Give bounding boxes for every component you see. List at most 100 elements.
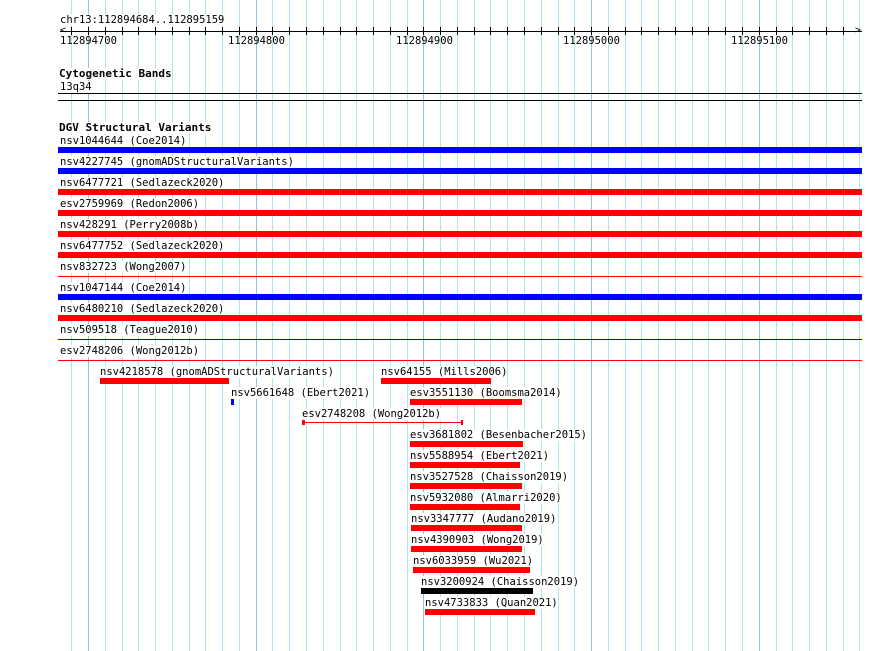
variant-end-cap	[302, 420, 305, 425]
ruler-tick	[641, 27, 642, 35]
variant-label: nsv3527528 (Chaisson2019)	[410, 471, 569, 483]
ruler-label: 112895100	[731, 35, 788, 47]
variant-bar[interactable]	[410, 483, 522, 489]
ruler-tick	[759, 27, 760, 35]
variant-label: nsv6033959 (Wu2021)	[413, 555, 534, 567]
ruler-label: 112895000	[563, 35, 620, 47]
grid-line	[390, 0, 391, 651]
grid-line	[843, 0, 844, 651]
ruler-label: 112894700	[60, 35, 117, 47]
variant-label: nsv4227745 (gnomADStructuralVariants)	[60, 156, 294, 168]
grid-line	[792, 0, 793, 651]
ruler-tick	[189, 27, 190, 35]
grid-line	[742, 0, 743, 651]
grid-line	[306, 0, 307, 651]
variant-bar[interactable]	[410, 399, 522, 405]
variant-bar[interactable]	[100, 378, 229, 384]
variant-bar[interactable]	[58, 168, 862, 174]
variant-bar[interactable]	[381, 378, 491, 384]
variant-label: nsv4218578 (gnomADStructuralVariants)	[100, 366, 334, 378]
grid-line	[256, 0, 257, 651]
grid-line	[625, 0, 626, 651]
ruler-tick	[843, 27, 844, 35]
grid-line	[541, 0, 542, 651]
cytoband-bar[interactable]	[58, 93, 862, 94]
variant-bar[interactable]	[58, 210, 862, 216]
variant-label: nsv4390903 (Wong2019)	[411, 534, 544, 546]
variant-label: nsv1047144 (Coe2014)	[60, 282, 187, 294]
variant-bar[interactable]	[411, 525, 522, 531]
variant-bar[interactable]	[410, 504, 520, 510]
grid-line	[222, 0, 223, 651]
ruler-tick	[272, 27, 273, 35]
variant-bar[interactable]	[58, 252, 862, 258]
grid-line	[423, 0, 424, 651]
variant-label: nsv3200924 (Chaisson2019)	[421, 576, 580, 588]
ruler-tick	[558, 27, 559, 35]
ruler-tick	[658, 27, 659, 35]
ruler-tick	[708, 27, 709, 35]
grid-line	[692, 0, 693, 651]
ruler-tick	[356, 27, 357, 35]
variant-bar[interactable]	[410, 441, 523, 447]
grid-line	[658, 0, 659, 651]
ruler-tick	[776, 27, 777, 35]
grid-line	[205, 0, 206, 651]
grid-line	[474, 0, 475, 651]
grid-line	[507, 0, 508, 651]
variant-label: nsv6480210 (Sedlazeck2020)	[60, 303, 225, 315]
grid-line	[490, 0, 491, 651]
ruler-tick	[809, 27, 810, 35]
grid-line	[440, 0, 441, 651]
ruler-tick	[122, 27, 123, 35]
ruler-tick	[423, 27, 424, 35]
variant-label: esv2759969 (Redon2006)	[60, 198, 200, 210]
locus-label: chr13:112894684..112895159	[60, 14, 225, 26]
variant-label: nsv3347777 (Audano2019)	[411, 513, 557, 525]
grid-line	[591, 0, 592, 651]
grid-line	[608, 0, 609, 651]
ruler-tick	[608, 27, 609, 35]
variant-label: nsv5588954 (Ebert2021)	[410, 450, 550, 462]
ruler-tick	[675, 27, 676, 35]
variant-bar[interactable]	[410, 462, 520, 468]
variant-bar[interactable]	[302, 420, 463, 425]
variant-bar[interactable]	[58, 276, 862, 277]
ruler-tick	[172, 27, 173, 35]
variant-bar[interactable]	[58, 294, 862, 300]
variant-label: nsv1044644 (Coe2014)	[60, 135, 187, 147]
grid-line	[340, 0, 341, 651]
ruler-tick	[457, 27, 458, 35]
ruler-tick	[490, 27, 491, 35]
variant-bar[interactable]	[58, 147, 862, 153]
ruler-tick	[440, 27, 441, 35]
ruler-tick	[625, 27, 626, 35]
grid-line	[826, 0, 827, 651]
variant-label: nsv832723 (Wong2007)	[60, 261, 187, 273]
variant-bar[interactable]	[58, 189, 862, 195]
ruler-tick	[239, 27, 240, 35]
ruler-tick	[340, 27, 341, 35]
variant-bar[interactable]	[58, 231, 862, 237]
variant-bar[interactable]	[231, 399, 234, 405]
grid-line	[708, 0, 709, 651]
variant-bar[interactable]	[425, 609, 535, 615]
variant-bar[interactable]	[58, 339, 862, 340]
grid-line	[776, 0, 777, 651]
variant-bar[interactable]	[58, 315, 862, 321]
ruler-tick	[591, 27, 592, 35]
variant-bar[interactable]	[58, 360, 862, 361]
ruler-tick	[407, 27, 408, 35]
variant-label: esv3551130 (Boomsma2014)	[410, 387, 562, 399]
grid-line	[323, 0, 324, 651]
ruler-tick	[524, 27, 525, 35]
ruler-tick	[155, 27, 156, 35]
scroll-right-arrow-icon[interactable]: >	[855, 26, 861, 36]
variant-label: esv3681802 (Besenbacher2015)	[410, 429, 588, 441]
ruler-label: 112894900	[396, 35, 453, 47]
ruler-tick	[692, 27, 693, 35]
variant-bar[interactable]	[413, 567, 530, 573]
variant-bar[interactable]	[421, 588, 533, 594]
variant-bar[interactable]	[411, 546, 522, 552]
ruler-tick	[574, 27, 575, 35]
